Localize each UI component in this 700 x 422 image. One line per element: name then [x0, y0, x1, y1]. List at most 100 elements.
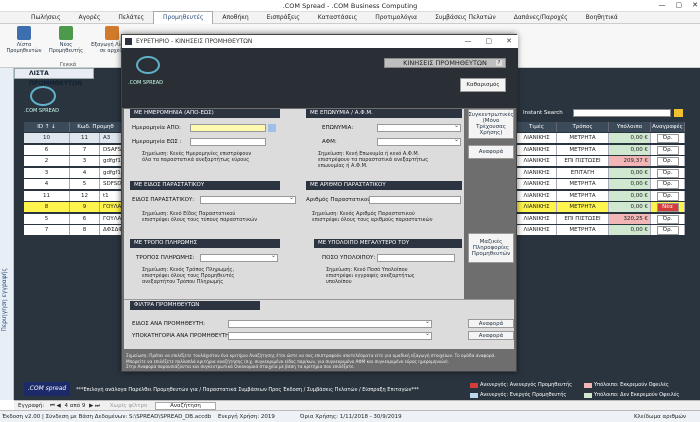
table-row[interactable]: 10 11 A3: [24, 133, 122, 143]
date-from-input[interactable]: [190, 124, 266, 132]
clear-button[interactable]: Καθαρισμός: [460, 78, 506, 92]
menu-item-3[interactable]: Προμηθευτές: [153, 11, 214, 24]
col-balance-header[interactable]: Υπόλοιπο: [609, 122, 651, 132]
mass-info-button[interactable]: Μαζικές Πληροφορίες Προμηθευτών: [468, 233, 514, 263]
col-actions-header[interactable]: Αναγραφές: [651, 122, 685, 132]
row-action-button[interactable]: Όρ.: [656, 180, 679, 189]
menu-item-5[interactable]: Εισπράξεις: [258, 12, 309, 24]
maximize-icon[interactable]: ▢: [676, 1, 683, 9]
legend-swatch: [584, 382, 592, 388]
menu-item-0[interactable]: Πωλήσεις: [22, 12, 70, 24]
cell-payment: ΜΕΤΡΗΤΑ: [557, 225, 609, 235]
table-row[interactable]: 3 4 gdfgf1: [24, 167, 122, 178]
row-action-button[interactable]: Όρ.: [656, 134, 679, 143]
record-position[interactable]: 4 από 9: [65, 403, 86, 409]
cell-id: 10: [24, 133, 70, 143]
table-row[interactable]: ΛΙΑΝΙΚΗΣ ΕΠΙΤΑΓΗ 0,00 € Όρ.: [517, 167, 685, 178]
col-payment-header[interactable]: Τρόπος Πληρωμής: [557, 122, 609, 140]
row-action-button[interactable]: Όρ.: [656, 145, 679, 155]
table-row[interactable]: 7 8 ΔΦΣΔΦ: [24, 225, 122, 235]
status-version: Έκδοση v2.00 | Σύνδεση με Βάση Δεδομένων…: [2, 414, 212, 420]
filters-kind-combo[interactable]: [228, 318, 432, 328]
supplier-list-button[interactable]: Λίστα Προμηθευτών: [4, 26, 44, 54]
table-row[interactable]: ΛΙΑΝΙΚΗΣ ΜΕΤΡΗΤΑ 0,00 € Όρ.: [517, 190, 685, 201]
table-row[interactable]: 11 12 t1: [24, 190, 122, 201]
balance-input[interactable]: [377, 254, 455, 262]
doc-number-input[interactable]: [369, 196, 461, 204]
summary-button[interactable]: Συγκεντρωτικές (Μόνο Τρέχουσας Χρήσης): [468, 109, 514, 139]
close-icon[interactable]: ✕: [692, 1, 698, 9]
menu-item-10[interactable]: Βοηθητικά: [577, 12, 627, 24]
report-button-2[interactable]: Αναφορά: [468, 319, 514, 328]
col-id-header[interactable]: ID ↑ ↓: [24, 122, 70, 132]
row-action-button[interactable]: Όρ.: [656, 226, 679, 235]
legend-swatch: [470, 382, 478, 388]
cell-code: 11: [70, 133, 100, 143]
modal-minimize-icon[interactable]: —: [465, 35, 472, 48]
cell-name: t1: [100, 190, 122, 201]
menu-item-7[interactable]: Προτιμολόγια: [366, 12, 426, 24]
filters-sub-combo[interactable]: [228, 330, 432, 340]
row-action-button[interactable]: Όρ.: [656, 214, 679, 224]
no-filter-indicator[interactable]: Χωρίς φίλτρο: [110, 403, 148, 409]
table-row[interactable]: ΛΙΑΝΙΚΗΣ ΜΕΤΡΗΤΑ 0,00 € Όρ.: [517, 133, 685, 143]
search-modal: ΕΥΡΕΤΗΡΙΟ - ΚΙΝΗΣΕΙΣ ΠΡΟΜΗΘΕΥΤΩΝ — ▢ ✕ .…: [121, 34, 518, 372]
table-row[interactable]: ΛΙΑΝΙΚΗΣ ΜΕΤΡΗΤΑ 0,00 € Όρ.: [517, 225, 685, 235]
doc-type-combo[interactable]: [200, 194, 296, 204]
menu-item-4[interactable]: Αποθήκη: [213, 12, 257, 24]
record-nav-first[interactable]: ⏮ ◀: [50, 403, 61, 409]
name-combo[interactable]: [377, 122, 461, 132]
row-action-button[interactable]: Όρ.: [656, 191, 679, 201]
record-nav-next[interactable]: ▶ ⏭: [89, 403, 100, 409]
status-numlock: Κλείδωμα αριθμών: [633, 414, 686, 420]
row-action-button[interactable]: Νέα: [656, 203, 679, 212]
cell-balance: 0,00 €: [609, 225, 651, 235]
cell-code: 9: [70, 202, 100, 212]
help-icon[interactable]: ?: [496, 60, 502, 66]
table-row[interactable]: ΛΙΑΝΙΚΗΣ ΕΠΙ ΠΙΣΤΩΣΕΙ 320,25 € Όρ.: [517, 213, 685, 224]
table-row[interactable]: 2 3 gdfgf1: [24, 156, 122, 166]
search-icon[interactable]: [674, 109, 683, 117]
payment-combo[interactable]: [200, 252, 278, 262]
table-row[interactable]: 89ΓΟΥΛΑΣ: [24, 202, 122, 212]
report-button-1[interactable]: Αναφορά: [468, 145, 514, 159]
nav-search-input[interactable]: Αναζήτηση: [155, 402, 216, 410]
cell-payment: ΕΠΙΤΑΓΗ: [557, 167, 609, 178]
instant-search-input[interactable]: [573, 109, 671, 117]
modal-maximize-icon[interactable]: ▢: [486, 35, 493, 48]
minimize-icon[interactable]: —: [659, 1, 666, 9]
menu-item-8[interactable]: Συμβάσεις Πελατών: [426, 12, 505, 24]
payment-label: ΤΡΟΠΟΣ ΠΛΗΡΩΜΗΣ:: [136, 255, 195, 261]
doc-tab[interactable]: ΛΙΣΤΑ ΠΡΟΜΗΘΕΥΤΩΝ: [14, 68, 94, 87]
date-section-title: ΜΕ ΗΜΕΡΟΜΗΝΙΑ (ΑΠΟ-ΕΩΣ): [130, 109, 280, 118]
col-code-header[interactable]: Κωδ. Προμηθ: [70, 122, 122, 132]
row-action-button[interactable]: Όρ.: [656, 168, 679, 178]
menu-item-9[interactable]: Δαπάνες/Παροχές: [505, 12, 577, 24]
table-row[interactable]: ΛΙΑΝΙΚΗΣ ΜΕΤΡΗΤΑ 0,00 € Νέα: [517, 202, 685, 212]
table-row[interactable]: 67DSAFSD: [24, 144, 122, 155]
balance-section-title: ΜΕ ΥΠΟΛΟΙΠΟ ΜΕΓΑΛΥΤΕΡΟ ΤΟΥ: [314, 239, 462, 248]
table-row[interactable]: 56ΓΟΥΛΑΣ: [24, 213, 122, 224]
cell-id: 2: [24, 156, 70, 166]
cell-price: ΛΙΑΝΙΚΗΣ: [517, 190, 557, 201]
cell-code: 8: [70, 225, 100, 235]
col-price-header[interactable]: Τιμές: [517, 122, 557, 132]
calendar-icon[interactable]: [268, 124, 276, 132]
table-row[interactable]: ΛΙΑΝΙΚΗΣ ΜΕΤΡΗΤΑ 0,00 € Όρ.: [517, 179, 685, 189]
filters-kind-label: ΕΙΔΟΣ ΑΝΑ ΠΡΟΜΗΘΕΥΤΗ:: [132, 321, 205, 327]
menu-item-6[interactable]: Καταστάσεις: [309, 12, 366, 24]
cell-balance: 0,00 €: [609, 202, 651, 212]
table-row[interactable]: ΛΙΑΝΙΚΗΣ ΜΕΤΡΗΤΑ 0,00 € Όρ.: [517, 144, 685, 155]
modal-close-icon[interactable]: ✕: [506, 35, 512, 48]
menu-item-1[interactable]: Αγορές: [70, 12, 110, 24]
report-button-3[interactable]: Αναφορά: [468, 331, 514, 340]
date-to-input[interactable]: [190, 138, 266, 146]
table-row[interactable]: ΛΙΑΝΙΚΗΣ ΕΠΙ ΠΙΣΤΩΣΕΙ 209,37 € Όρ.: [517, 156, 685, 166]
row-action-button[interactable]: Όρ.: [656, 157, 679, 166]
new-supplier-button[interactable]: Νέος Προμηθευτής: [46, 26, 86, 54]
menu-item-2[interactable]: Πελάτες: [109, 12, 153, 24]
navigation-pane[interactable]: Περιηγηση εγγραφής: [0, 68, 14, 400]
table-row[interactable]: 45SDFSDF: [24, 179, 122, 189]
footer-note: Σημείωση: Πρέπει να επιλέξετε τουλάχιστο…: [126, 353, 496, 369]
afm-combo[interactable]: [377, 136, 461, 146]
